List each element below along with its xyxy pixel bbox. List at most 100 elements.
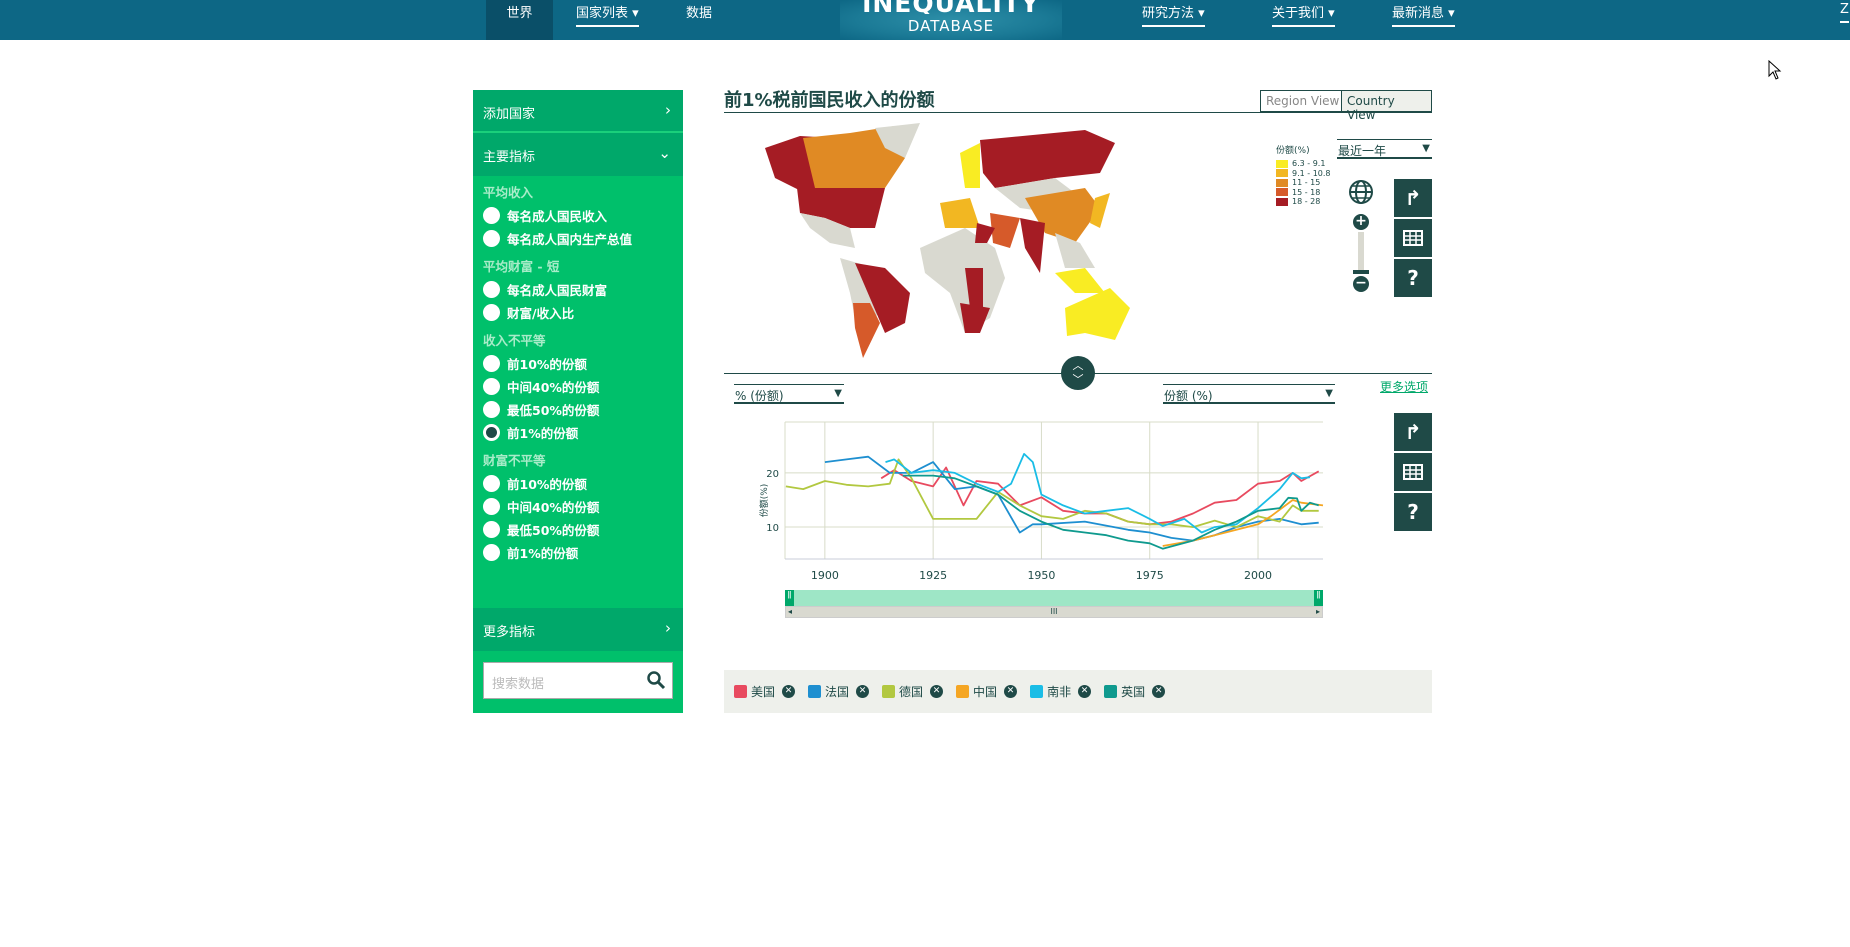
indicator-radio[interactable]: 每名成人国民收入 [473,204,683,227]
nav-language[interactable]: Z [1840,0,1849,40]
share-button[interactable]: ↱ [1394,179,1432,217]
radio-button[interactable] [483,401,500,418]
nav-news[interactable]: 最新消息 ▾ [1392,0,1455,40]
variable-select[interactable]: 份额 (%) ▼ [1163,384,1335,404]
legend-bin-label: 15 - 18 [1292,187,1321,197]
globe-icon[interactable] [1348,179,1374,205]
world-map[interactable] [755,118,1235,358]
main-indicators-label: 主要指标 [483,150,536,165]
add-country-label: 添加国家 [483,107,536,122]
legend-swatch [1276,159,1288,168]
indicator-group-label: 平均收入 [483,185,534,200]
nav-methodology[interactable]: 研究方法 ▾ [1142,0,1205,40]
share-icon: ↱ [1404,420,1422,444]
table-button[interactable] [1394,219,1432,257]
search-input[interactable]: 搜索数据 [483,662,673,699]
range-slider[interactable]: ǁ ǁ ◂ III ▸ [785,590,1323,618]
radio-button[interactable] [483,378,500,395]
indicator-radio[interactable]: 每名成人国内生产总值 [473,227,683,250]
legend-item[interactable]: 德国 ✕ [882,683,944,700]
nav-country-list[interactable]: 国家列表 ▾ [576,0,639,40]
remove-country-icon[interactable]: ✕ [1152,685,1166,698]
nav-label: 关于我们 [1272,6,1325,21]
zoom-out-button[interactable]: − [1353,276,1369,292]
nav-label: 最新消息 [1392,6,1445,21]
y-axis-label: 份额(%) [758,484,770,518]
indicator-label: 财富/收入比 [507,306,575,321]
indicator-group-label: 收入不平等 [483,333,546,348]
region-view-button[interactable]: Region View [1260,90,1346,112]
nav-label: 世界 [506,6,533,21]
chevron-down-icon: ﹀ [1072,373,1084,386]
add-country-button[interactable]: 添加国家 › [473,90,683,133]
nav-data[interactable]: 数据 [686,0,712,40]
radio-button[interactable] [483,304,500,321]
indicator-radio[interactable]: 最低50%的份额 [473,518,683,541]
radio-button[interactable] [483,475,500,492]
range-handle-right[interactable]: ǁ [1314,590,1323,606]
indicator-radio[interactable]: 前1%的份额 [473,541,683,564]
more-indicators-button[interactable]: 更多指标 › [473,608,683,651]
table-button[interactable] [1394,453,1432,491]
zoom-in-button[interactable]: + [1353,214,1369,230]
caret-down-icon: ▼ [834,388,842,399]
legend-item[interactable]: 英国 ✕ [1104,683,1166,700]
remove-country-icon[interactable]: ✕ [1078,685,1092,698]
remove-country-icon[interactable]: ✕ [930,685,944,698]
help-button[interactable]: ? [1394,493,1432,531]
toggle-expand-button[interactable]: ︿ ﹀ [1061,356,1095,390]
caret-down-icon: ▾ [632,6,639,21]
indicator-radio[interactable]: 前10%的份额 [473,472,683,495]
indicator-label: 每名成人国民收入 [507,209,608,224]
mouse-cursor-icon [1768,60,1782,80]
radio-button[interactable] [483,544,500,561]
zoom-slider[interactable] [1358,232,1364,272]
year-select[interactable]: 最近一年 ▼ [1337,139,1432,159]
legend-item[interactable]: 中国 ✕ [956,683,1018,700]
radio-button[interactable] [483,207,500,224]
radio-button[interactable] [483,424,500,441]
legend-item[interactable]: 南非 ✕ [1030,683,1092,700]
radio-button[interactable] [483,281,500,298]
country-shapes[interactable] [765,123,1130,358]
logo[interactable]: INEQUALITY DATABASE [840,0,1062,40]
scroll-left-icon[interactable]: ◂ [788,607,792,617]
country-view-button[interactable]: Country View [1341,90,1432,122]
indicator-radio[interactable]: 中间40%的份额 [473,495,683,518]
indicator-radio[interactable]: 最低50%的份额 [473,398,683,421]
radio-button[interactable] [483,230,500,247]
range-selection[interactable] [785,590,1323,606]
nav-about[interactable]: 关于我们 ▾ [1272,0,1335,40]
scroll-right-icon[interactable]: ▸ [1316,607,1320,617]
line-chart: 1900 1925 1950 1975 2000 10 20 份额(%) [758,421,1324,582]
more-options-link[interactable]: 更多选项 [1380,378,1428,395]
radio-button[interactable] [483,355,500,372]
radio-button[interactable] [483,521,500,538]
legend-swatch [1276,169,1288,178]
help-button[interactable]: ? [1394,259,1432,297]
indicator-radio[interactable]: 财富/收入比 [473,301,683,324]
remove-country-icon[interactable]: ✕ [856,685,870,698]
indicator-radio[interactable]: 中间40%的份额 [473,375,683,398]
zoom-slider-handle[interactable] [1353,270,1369,274]
share-button[interactable]: ↱ [1394,413,1432,451]
remove-country-icon[interactable]: ✕ [782,685,796,698]
indicator-radio[interactable]: 每名成人国民财富 [473,278,683,301]
indicator-radio[interactable]: 前10%的份额 [473,352,683,375]
x-tick-label: 1950 [1027,569,1055,582]
scrollbar[interactable]: ◂ III ▸ [785,606,1323,618]
unit-select[interactable]: % (份额) ▼ [734,384,844,404]
radio-button[interactable] [483,498,500,515]
legend-item[interactable]: 美国 ✕ [734,683,796,700]
help-icon: ? [1407,500,1419,524]
range-handle-left[interactable]: ǁ [785,590,794,606]
search-icon[interactable] [646,670,666,690]
legend-bin: 15 - 18 [1276,188,1331,198]
indicator-radio[interactable]: 前1%的份额 [473,421,683,444]
remove-country-icon[interactable]: ✕ [1004,685,1018,698]
indicator-groups: 平均收入 每名成人国民收入 每名成人国内生产总值 平均财富 - 短每名成人国民财富 财富… [473,182,683,564]
nav-world[interactable]: 世界 [486,0,553,40]
legend-item[interactable]: 法国 ✕ [808,683,870,700]
nav-label: Z [1840,2,1849,23]
main-indicators-header[interactable]: 主要指标 ⌄ [473,133,683,176]
